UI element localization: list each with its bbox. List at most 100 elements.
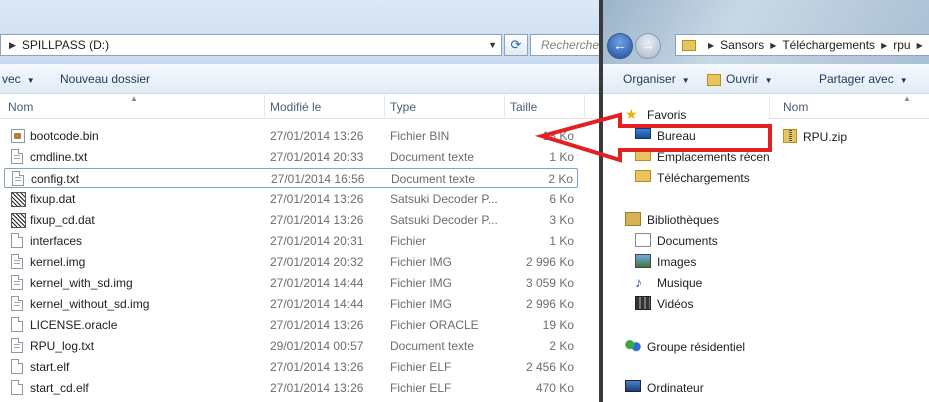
chevron-down-icon: ▼ xyxy=(764,76,773,85)
homegroup-icon xyxy=(625,339,641,353)
file-name: RPU_log.txt xyxy=(30,339,95,353)
file-size: 1 Ko xyxy=(549,234,574,248)
file-row-rpu-zip[interactable]: RPU.zip xyxy=(781,127,929,147)
file-name: start_cd.elf xyxy=(30,381,89,395)
column-divider[interactable] xyxy=(264,95,265,119)
file-row[interactable]: interfaces 27/01/2014 20:31 Fichier 1 Ko xyxy=(4,231,578,251)
text-file-icon xyxy=(11,296,25,312)
file-size: 1 Ko xyxy=(549,150,574,164)
file-name: kernel_with_sd.img xyxy=(30,276,133,290)
column-divider[interactable] xyxy=(504,95,505,119)
file-date: 27/01/2014 20:33 xyxy=(270,150,364,164)
file-size: 2 996 Ko xyxy=(525,255,574,269)
file-name: LICENSE.oracle xyxy=(30,318,118,332)
right-address-bar[interactable]: ▶ Sansors ▶ Téléchargements ▶ rpu ▶ xyxy=(675,34,929,56)
left-address-bar[interactable]: ▶ SPILLPASS (D:) ▼ xyxy=(0,34,502,56)
file-name: kernel.img xyxy=(30,255,86,269)
blank-file-icon xyxy=(11,233,25,249)
file-type: Document texte xyxy=(390,339,475,353)
file-row[interactable]: cmdline.txt 27/01/2014 20:33 Document text… xyxy=(4,147,578,167)
breadcrumb-downloads[interactable]: Téléchargements xyxy=(782,38,875,52)
file-type: Fichier xyxy=(390,234,427,248)
partial-menu-button[interactable]: vec ▼ xyxy=(2,72,35,86)
folder-icon xyxy=(682,39,696,51)
column-divider[interactable] xyxy=(584,95,585,119)
sort-ascending-icon: ▲ xyxy=(130,94,138,103)
file-name: bootcode.bin xyxy=(30,129,99,143)
chevron-down-icon: ▼ xyxy=(681,76,690,85)
images-icon xyxy=(635,254,651,268)
file-size: 2 456 Ko xyxy=(525,360,574,374)
breadcrumb-chevron-icon: ▶ xyxy=(9,39,16,50)
column-type[interactable]: Type xyxy=(390,100,416,114)
bin-file-icon xyxy=(11,128,25,144)
right-explorer-window: ← → ▶ Sansors ▶ Téléchargements ▶ rpu ▶ … xyxy=(603,0,929,402)
share-button[interactable]: Partager avec ▼ xyxy=(819,72,908,86)
file-row[interactable]: bootcode.bin 27/01/2014 13:26 Fichier BIN 1… xyxy=(4,126,578,146)
satsuki-file-icon xyxy=(11,212,26,228)
downloads-folder-icon xyxy=(635,170,651,182)
breadcrumb-rpu[interactable]: rpu xyxy=(893,38,910,52)
file-row[interactable]: kernel_with_sd.img 27/01/2014 14:44 Fichie… xyxy=(4,273,578,293)
breadcrumb-chevron-icon: ▶ xyxy=(916,40,923,50)
file-type: Fichier BIN xyxy=(390,129,450,143)
column-divider[interactable] xyxy=(384,95,385,119)
right-toolbar: Organiser ▼ Ouvrir ▼ Partager avec ▼ xyxy=(603,64,929,94)
new-folder-button[interactable]: Nouveau dossier xyxy=(60,72,150,86)
organize-button[interactable]: Organiser ▼ xyxy=(623,72,690,86)
file-name: cmdline.txt xyxy=(30,150,88,164)
left-address-area: ▶ SPILLPASS (D:) ▼ ⟳ Rechercher xyxy=(0,0,600,64)
file-type: Satsuki Decoder P... xyxy=(390,192,498,206)
search-input[interactable]: Rechercher xyxy=(530,34,600,56)
file-row[interactable]: fixup.dat 27/01/2014 13:26 Satsuki Decoder… xyxy=(4,189,578,209)
chevron-down-icon: ▼ xyxy=(899,76,908,85)
file-row[interactable]: config.txt 27/01/2014 16:56 Document texte… xyxy=(4,168,578,188)
file-size: 2 996 Ko xyxy=(525,297,574,311)
file-row[interactable]: start.elf 27/01/2014 13:26 Fichier ELF 2 45… xyxy=(4,357,578,377)
refresh-button[interactable]: ⟳ xyxy=(504,34,528,56)
breadcrumb-chevron-icon: ▶ xyxy=(881,40,888,50)
file-size: 2 Ko xyxy=(548,172,573,186)
address-path: SPILLPASS (D:) xyxy=(21,38,110,52)
text-file-icon xyxy=(11,254,25,270)
documents-icon xyxy=(635,233,651,247)
music-icon: ♪ xyxy=(635,274,642,290)
column-modified[interactable]: Modifié le xyxy=(270,100,321,114)
file-size: 470 Ko xyxy=(535,381,574,395)
libraries-icon xyxy=(625,212,641,226)
file-row[interactable]: start_cd.elf 27/01/2014 13:26 Fichier ELF 4… xyxy=(4,378,578,398)
address-dropdown-icon[interactable]: ▼ xyxy=(488,40,497,50)
file-date: 27/01/2014 14:44 xyxy=(270,297,364,311)
file-name: fixup_cd.dat xyxy=(30,213,95,227)
file-type: Fichier ELF xyxy=(390,381,452,395)
breadcrumb-sansors[interactable]: Sansors xyxy=(720,38,764,52)
file-row[interactable]: LICENSE.oracle 27/01/2014 13:26 Fichier OR… xyxy=(4,315,578,335)
right-column-name[interactable]: Nom xyxy=(783,100,808,114)
file-row[interactable]: RPU_log.txt 29/01/2014 00:57 Document text… xyxy=(4,336,578,356)
column-name[interactable]: Nom xyxy=(8,100,33,114)
left-toolbar: vec ▼ Nouveau dossier xyxy=(0,64,600,94)
file-type: Fichier IMG xyxy=(390,297,453,311)
chevron-down-icon: ▼ xyxy=(26,76,35,85)
right-column-header: ▲ Nom xyxy=(767,94,929,119)
file-row[interactable]: fixup_cd.dat 27/01/2014 13:26 Satsuki Deco… xyxy=(4,210,578,230)
file-row[interactable]: kernel.img 27/01/2014 20:32 Fichier IMG 2 9… xyxy=(4,252,578,272)
file-type: Fichier IMG xyxy=(390,255,453,269)
forward-button[interactable]: → xyxy=(635,33,661,59)
star-icon: ★ xyxy=(625,106,638,122)
blank-file-icon xyxy=(11,380,25,396)
back-button[interactable]: ← xyxy=(607,33,633,59)
file-date: 27/01/2014 13:26 xyxy=(270,360,364,374)
zip-folder-icon xyxy=(783,129,797,143)
file-name: interfaces xyxy=(30,234,83,248)
file-type: Fichier ORACLE xyxy=(390,318,479,332)
videos-icon xyxy=(635,296,651,310)
file-size: 3 Ko xyxy=(549,213,574,227)
right-address-area: ← → ▶ Sansors ▶ Téléchargements ▶ rpu ▶ xyxy=(603,0,929,64)
column-size[interactable]: Taille xyxy=(510,100,537,114)
file-type: Fichier ELF xyxy=(390,360,452,374)
open-folder-icon xyxy=(707,73,721,86)
open-button[interactable]: Ouvrir ▼ xyxy=(707,72,773,86)
file-row[interactable]: kernel_without_sd.img 27/01/2014 14:44 Fic… xyxy=(4,294,578,314)
file-size: 19 Ko xyxy=(542,318,574,332)
